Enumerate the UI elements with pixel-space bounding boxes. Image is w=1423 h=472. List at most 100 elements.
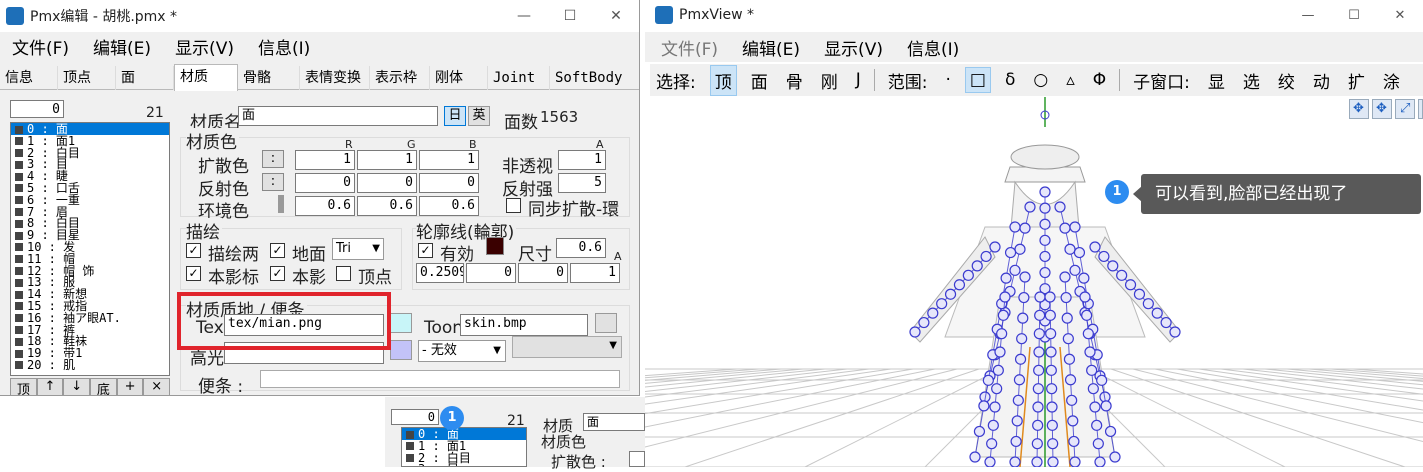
range-triangle-button[interactable]: ▵ bbox=[1062, 68, 1079, 92]
behind-diffuse-input[interactable] bbox=[629, 451, 645, 467]
material-visibility-icon[interactable] bbox=[15, 172, 23, 181]
menu-info[interactable]: 信息(I) bbox=[258, 34, 310, 59]
menu-file[interactable]: 文件(F) bbox=[12, 34, 69, 59]
specular-picker-button[interactable]: : bbox=[262, 173, 284, 191]
move-up-button[interactable]: ↑ bbox=[36, 378, 64, 395]
ambient-g-input[interactable]: 0.6 bbox=[357, 196, 417, 216]
tab-display-frame[interactable]: 表示枠 bbox=[370, 66, 430, 90]
material-visibility-icon[interactable] bbox=[406, 442, 414, 451]
diffuse-picker-button[interactable]: : bbox=[262, 150, 284, 168]
ambient-b-input[interactable]: 0.6 bbox=[419, 196, 479, 216]
material-visibility-icon[interactable] bbox=[15, 208, 23, 217]
material-index-input[interactable]: 0 bbox=[10, 100, 64, 118]
behind-material-list[interactable]: 0 : 面1 : 面12 : 白目3 : 目 bbox=[401, 427, 527, 467]
viewer-close-button[interactable]: ✕ bbox=[1377, 0, 1423, 32]
viewer-maximize-button[interactable]: ☐ bbox=[1331, 0, 1377, 32]
viewer-titlebar[interactable]: PmxView * — ☐ ✕ bbox=[645, 0, 1423, 32]
sub-select-button[interactable]: 选 bbox=[1239, 66, 1264, 95]
material-visibility-icon[interactable] bbox=[406, 454, 414, 463]
memo-input[interactable] bbox=[260, 370, 620, 388]
draw-mode-select[interactable]: Tri ▼ bbox=[332, 238, 384, 260]
specular-r-input[interactable]: 0 bbox=[295, 173, 355, 193]
sub-paint-button[interactable]: 涂 bbox=[1379, 66, 1404, 95]
rotate-view-icon[interactable]: ✥ bbox=[1372, 99, 1392, 119]
menu-view[interactable]: 显示(V) bbox=[175, 34, 234, 59]
viewer-menu-edit[interactable]: 编辑(E) bbox=[742, 35, 800, 60]
sub-filter-button[interactable]: 绞 bbox=[1274, 66, 1299, 95]
viewport-canvas[interactable] bbox=[645, 97, 1423, 467]
material-list-item[interactable]: 20 : 肌 bbox=[11, 359, 169, 371]
spec-power-input[interactable]: 5 bbox=[558, 173, 606, 193]
tex-color-swatch[interactable] bbox=[390, 313, 412, 333]
range-circle-button[interactable]: ○ bbox=[1029, 68, 1052, 92]
material-visibility-icon[interactable] bbox=[15, 231, 23, 240]
specular-g-input[interactable]: 0 bbox=[357, 173, 417, 193]
material-visibility-icon[interactable] bbox=[15, 137, 23, 146]
material-visibility-icon[interactable] bbox=[15, 196, 23, 205]
minimize-button[interactable]: — bbox=[501, 0, 547, 32]
add-button[interactable]: + bbox=[116, 378, 144, 395]
close-button[interactable]: ✕ bbox=[593, 0, 639, 32]
material-visibility-icon[interactable] bbox=[15, 337, 23, 346]
diffuse-g-input[interactable]: 1 bbox=[357, 150, 417, 170]
view-extra-icon[interactable] bbox=[1418, 99, 1423, 119]
sphere-mode-select[interactable]: - 无效 ▼ bbox=[418, 340, 506, 362]
diffuse-a-input[interactable]: 1 bbox=[558, 150, 606, 170]
tab-face[interactable]: 面 bbox=[116, 66, 174, 90]
edge-r-input[interactable]: 0.2509 bbox=[416, 263, 464, 283]
material-visibility-icon[interactable] bbox=[15, 267, 23, 276]
specular-b-input[interactable]: 0 bbox=[419, 173, 479, 193]
tab-morph[interactable]: 表情变换 bbox=[300, 66, 370, 90]
viewer-minimize-button[interactable]: — bbox=[1285, 0, 1331, 32]
zoom-view-icon[interactable]: ⤢ bbox=[1395, 99, 1415, 119]
material-visibility-icon[interactable] bbox=[15, 278, 23, 287]
3d-viewport[interactable]: ✥ ✥ ⤢ bbox=[645, 97, 1423, 467]
tab-vertex[interactable]: 顶点 bbox=[58, 66, 116, 90]
move-down-button[interactable]: ↓ bbox=[63, 378, 91, 395]
move-view-icon[interactable]: ✥ bbox=[1349, 99, 1369, 119]
vertex-color-checkbox[interactable] bbox=[336, 266, 351, 281]
tab-joint[interactable]: Joint bbox=[488, 66, 550, 90]
behind-index-input[interactable]: 0 bbox=[391, 409, 439, 425]
edge-b-input[interactable]: 0 bbox=[518, 263, 568, 283]
diffuse-r-input[interactable]: 1 bbox=[295, 150, 355, 170]
material-visibility-icon[interactable] bbox=[15, 361, 23, 370]
edge-a-input[interactable]: 1 bbox=[570, 263, 620, 283]
self-shadow-checkbox[interactable]: ✓ bbox=[270, 266, 285, 281]
material-visibility-icon[interactable] bbox=[15, 184, 23, 193]
move-top-button[interactable]: 顶 bbox=[10, 378, 37, 395]
tab-info[interactable]: 信息 bbox=[0, 66, 58, 90]
range-rect-button[interactable]: □ bbox=[964, 67, 991, 93]
ground-shadow-checkbox[interactable]: ✓ bbox=[270, 243, 285, 258]
material-list[interactable]: 0 : 面1 : 面1 2 : 白目 3 : 目4 : 睫5 : 口舌 6 : 一重 7… bbox=[10, 122, 170, 376]
sub-move-button[interactable]: 动 bbox=[1309, 66, 1334, 95]
ambient-r-input[interactable]: 0.6 bbox=[295, 196, 355, 216]
sphere-color-swatch[interactable] bbox=[390, 340, 412, 360]
tab-softbody[interactable]: SoftBody bbox=[550, 66, 639, 90]
edge-size-input[interactable]: 0.6 bbox=[556, 238, 606, 258]
material-visibility-icon[interactable] bbox=[406, 430, 414, 439]
maximize-button[interactable]: ☐ bbox=[547, 0, 593, 32]
material-list-item[interactable]: 3 : 目 bbox=[402, 463, 526, 466]
toon-browse-button[interactable] bbox=[595, 313, 617, 333]
material-visibility-icon[interactable] bbox=[15, 314, 23, 323]
material-visibility-icon[interactable] bbox=[15, 243, 23, 252]
viewer-menu-info[interactable]: 信息(I) bbox=[907, 35, 959, 60]
viewer-menu-view[interactable]: 显示(V) bbox=[824, 35, 883, 60]
range-delta-button[interactable]: δ bbox=[1001, 68, 1019, 92]
select-joint-button[interactable]: J bbox=[852, 68, 865, 92]
tab-material[interactable]: 材质 bbox=[174, 64, 238, 91]
material-visibility-icon[interactable] bbox=[15, 219, 23, 228]
sub-display-button[interactable]: 显 bbox=[1204, 66, 1229, 95]
range-phi-button[interactable]: Φ bbox=[1089, 68, 1110, 92]
delete-button[interactable]: × bbox=[143, 378, 171, 395]
sync-checkbox[interactable] bbox=[506, 198, 521, 213]
toon-path-input[interactable]: skin.bmp bbox=[460, 314, 588, 336]
material-name-input[interactable]: 面 bbox=[238, 106, 438, 126]
editor-titlebar[interactable]: Pmx编辑 - 胡桃.pmx * — ☐ ✕ bbox=[0, 0, 639, 32]
edge-enabled-checkbox[interactable]: ✓ bbox=[418, 243, 433, 258]
menu-edit[interactable]: 编辑(E) bbox=[93, 34, 151, 59]
diffuse-b-input[interactable]: 1 bbox=[419, 150, 479, 170]
material-visibility-icon[interactable] bbox=[15, 302, 23, 311]
material-visibility-icon[interactable] bbox=[15, 149, 23, 158]
